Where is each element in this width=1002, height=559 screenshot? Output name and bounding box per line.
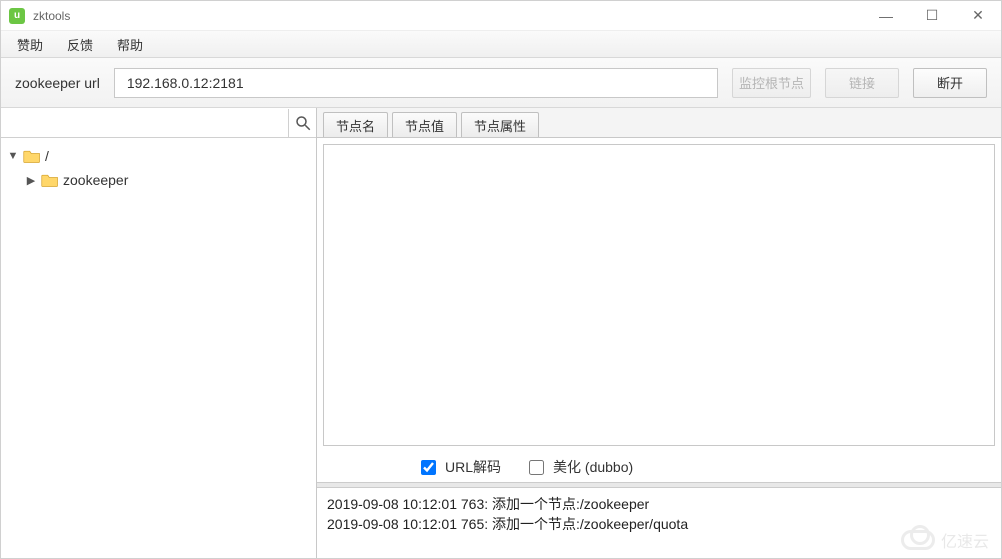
url-label: zookeeper url [15,75,100,91]
tree-node-label: zookeeper [63,172,128,188]
tree-child-node[interactable]: ▶ zookeeper [7,168,310,192]
tree-search-row [1,108,316,138]
options-row: URL解码 美化 (dubbo) [317,452,1001,482]
menu-item-sponsor[interactable]: 赞助 [5,31,55,58]
url-decode-input[interactable] [421,460,436,475]
zookeeper-url-input[interactable] [114,68,718,98]
tree-toggle-icon[interactable]: ▶ [25,174,37,187]
tab-node-name[interactable]: 节点名 [323,112,388,137]
right-panel: 节点名 节点值 节点属性 URL解码 美化 (dubbo) 2019-09-08… [317,108,1001,558]
folder-icon [23,149,41,164]
app-title: zktools [33,9,70,23]
node-content-panel[interactable] [323,144,995,446]
tree-search-button[interactable] [288,109,316,137]
maximize-button[interactable]: ☐ [909,1,955,31]
menu-item-help[interactable]: 帮助 [105,31,155,58]
folder-icon [41,173,59,188]
menu-bar: 赞助 反馈 帮助 [1,31,1001,58]
tabs-row: 节点名 节点值 节点属性 [317,108,1001,138]
beautify-checkbox[interactable]: 美化 (dubbo) [525,457,633,478]
tab-node-attributes[interactable]: 节点属性 [461,112,539,137]
search-icon [294,114,312,132]
disconnect-button[interactable]: 断开 [913,68,987,98]
beautify-input[interactable] [529,460,544,475]
minimize-button[interactable]: — [863,1,909,31]
tree-toggle-icon[interactable]: ▼ [7,150,19,162]
log-line: 2019-09-08 10:12:01 763: 添加一个节点:/zookeep… [327,494,991,514]
window-controls: — ☐ ✕ [863,1,1001,31]
connect-button[interactable]: 链接 [825,68,899,98]
main-split: ▼ / ▶ zookeeper 节点名 节点值 [1,108,1001,558]
url-decode-checkbox[interactable]: URL解码 [417,457,501,478]
app-icon: u [9,8,25,24]
tab-node-value[interactable]: 节点值 [392,112,457,137]
title-bar: u zktools — ☐ ✕ [1,1,1001,31]
left-panel: ▼ / ▶ zookeeper [1,108,317,558]
log-panel[interactable]: 2019-09-08 10:12:01 763: 添加一个节点:/zookeep… [317,488,1001,558]
tree-root-node[interactable]: ▼ / [7,144,310,168]
url-decode-label: URL解码 [445,457,501,477]
close-button[interactable]: ✕ [955,1,1001,31]
url-toolbar: zookeeper url 监控根节点 链接 断开 [1,58,1001,108]
menu-item-feedback[interactable]: 反馈 [55,31,105,58]
tree-search-input[interactable] [1,109,288,137]
monitor-root-button[interactable]: 监控根节点 [732,68,811,98]
beautify-label: 美化 (dubbo) [553,457,633,477]
node-tree[interactable]: ▼ / ▶ zookeeper [1,138,316,558]
tree-node-label: / [45,148,49,164]
log-line: 2019-09-08 10:12:01 765: 添加一个节点:/zookeep… [327,514,991,534]
